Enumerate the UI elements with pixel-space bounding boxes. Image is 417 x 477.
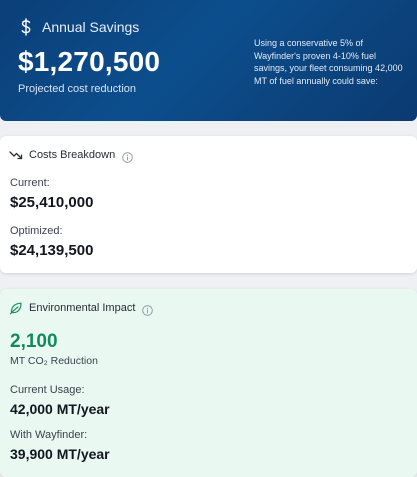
leaf-icon: [9, 301, 23, 315]
environmental-impact-card: Environmental Impact 2,100 MT CO₂ Reduct…: [0, 289, 417, 477]
current-cost-value: $25,410,000: [10, 194, 94, 211]
dollar-icon: [18, 18, 34, 36]
trend-down-icon: [9, 148, 23, 162]
annual-savings-header: Annual Savings: [18, 18, 139, 36]
optimized-cost-value: $24,139,500: [10, 242, 94, 259]
annual-savings-amount: $1,270,500: [18, 46, 161, 77]
annual-savings-title: Annual Savings: [42, 19, 140, 35]
current-usage-label: Current Usage:: [10, 384, 85, 396]
annual-savings-note: Using a conservative 5% of Wayfinder's p…: [254, 38, 403, 86]
current-cost-label: Current:: [10, 177, 50, 189]
co2-reduction-value: 2,100: [10, 331, 58, 352]
environmental-impact-header: Environmental Impact: [9, 301, 154, 316]
costs-breakdown-header: Costs Breakdown: [9, 148, 133, 163]
costs-breakdown-title: Costs Breakdown: [29, 149, 116, 161]
annual-savings-panel: Annual Savings $1,270,500 Projected cost…: [0, 0, 417, 121]
info-icon[interactable]: [122, 150, 133, 163]
costs-breakdown-card: Costs Breakdown Current: $25,410,000 Opt…: [0, 136, 417, 273]
environmental-impact-title: Environmental Impact: [29, 302, 136, 314]
co2-reduction-unit: MT CO₂ Reduction: [10, 355, 98, 367]
optimized-cost-label: Optimized:: [10, 225, 63, 237]
annual-savings-subtitle: Projected cost reduction: [18, 83, 137, 95]
info-icon[interactable]: [142, 303, 154, 316]
current-usage-value: 42,000 MT/year: [10, 401, 110, 417]
with-wayfinder-value: 39,900 MT/year: [10, 446, 110, 462]
with-wayfinder-label: With Wayfinder:: [10, 429, 88, 441]
